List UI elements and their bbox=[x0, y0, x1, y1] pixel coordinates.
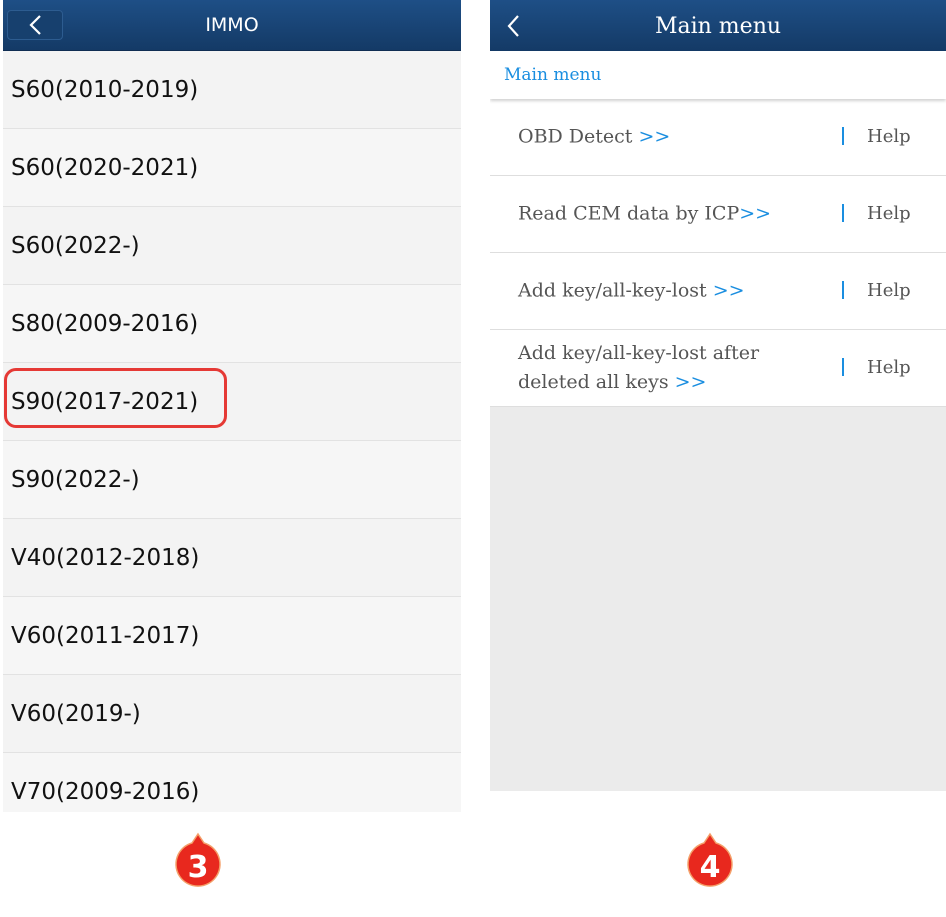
main-menu-screen: Main menu Main menu OBD Detect >> Help R… bbox=[490, 0, 946, 791]
list-item[interactable]: V40(2012-2018) bbox=[3, 519, 461, 597]
divider bbox=[842, 281, 844, 299]
arrow-icon: >> bbox=[739, 202, 772, 225]
menu-item-obd-detect[interactable]: OBD Detect >> Help bbox=[490, 99, 946, 176]
menu-item-label: Read CEM data by ICP>> bbox=[518, 200, 823, 229]
list-item[interactable]: V70(2009-2016) bbox=[3, 753, 461, 812]
arrow-icon: >> bbox=[712, 279, 745, 302]
list-item-label: S90(2017-2021) bbox=[11, 388, 199, 415]
list-item-label: V60(2011-2017) bbox=[11, 622, 200, 649]
list-item[interactable]: V60(2011-2017) bbox=[3, 597, 461, 675]
help-link[interactable]: Help bbox=[867, 330, 911, 406]
vehicle-list: S60(2010-2019) S60(2020-2021) S60(2022-)… bbox=[3, 51, 461, 812]
menu-item-label: Add key/all-key-lost >> bbox=[518, 277, 823, 306]
help-link[interactable]: Help bbox=[867, 99, 911, 175]
list-item-label: V70(2009-2016) bbox=[11, 778, 200, 805]
list-item-label: S60(2020-2021) bbox=[11, 154, 199, 181]
menu-item-text: OBD Detect bbox=[518, 125, 639, 148]
header-bar: IMMO bbox=[3, 0, 461, 51]
list-item-label: S60(2010-2019) bbox=[11, 76, 199, 103]
list-item[interactable]: S60(2010-2019) bbox=[3, 51, 461, 129]
list-item[interactable]: S60(2020-2021) bbox=[3, 129, 461, 207]
list-item-label: V40(2012-2018) bbox=[11, 544, 200, 571]
menu-item-text: Add key/all-key-lost bbox=[518, 279, 713, 302]
step-badge-3: 3 bbox=[175, 832, 221, 887]
page-title: Main menu bbox=[654, 14, 782, 39]
badge-number: 4 bbox=[700, 850, 721, 885]
page-title: IMMO bbox=[205, 14, 259, 36]
help-link[interactable]: Help bbox=[867, 253, 911, 329]
list-item[interactable]: V60(2019-) bbox=[3, 675, 461, 753]
list-item-label: S60(2022-) bbox=[11, 232, 140, 259]
menu-item-label: Add key/all-key-lost after deleted all k… bbox=[518, 339, 823, 397]
list-item-label: S80(2009-2016) bbox=[11, 310, 199, 337]
breadcrumb-link[interactable]: Main menu bbox=[504, 65, 601, 85]
list-item[interactable]: S80(2009-2016) bbox=[3, 285, 461, 363]
list-item[interactable]: S60(2022-) bbox=[3, 207, 461, 285]
menu-item-label: OBD Detect >> bbox=[518, 123, 823, 152]
badge-number: 3 bbox=[188, 850, 209, 885]
menu-item-text: Add key/all-key-lost after deleted all k… bbox=[518, 342, 760, 393]
menu-item-text: Read CEM data by ICP bbox=[518, 202, 740, 225]
arrow-icon: >> bbox=[674, 371, 707, 393]
help-link[interactable]: Help bbox=[867, 176, 911, 252]
list-item-label: V60(2019-) bbox=[11, 700, 141, 727]
immo-screen: IMMO S60(2010-2019) S60(2020-2021) S60(2… bbox=[3, 0, 461, 812]
breadcrumb: Main menu bbox=[490, 51, 946, 99]
list-item-label: S90(2022-) bbox=[11, 466, 140, 493]
header-bar: Main menu bbox=[490, 0, 946, 51]
menu-item-add-key-after-deleted[interactable]: Add key/all-key-lost after deleted all k… bbox=[490, 330, 946, 407]
list-item-selected[interactable]: S90(2017-2021) bbox=[3, 363, 461, 441]
arrow-icon: >> bbox=[638, 125, 671, 148]
menu-item-read-cem[interactable]: Read CEM data by ICP>> Help bbox=[490, 176, 946, 253]
divider bbox=[842, 358, 844, 376]
step-badge-4: 4 bbox=[687, 832, 733, 887]
list-item[interactable]: S90(2022-) bbox=[3, 441, 461, 519]
divider bbox=[842, 127, 844, 145]
menu-item-add-key[interactable]: Add key/all-key-lost >> Help bbox=[490, 253, 946, 330]
divider bbox=[842, 204, 844, 222]
